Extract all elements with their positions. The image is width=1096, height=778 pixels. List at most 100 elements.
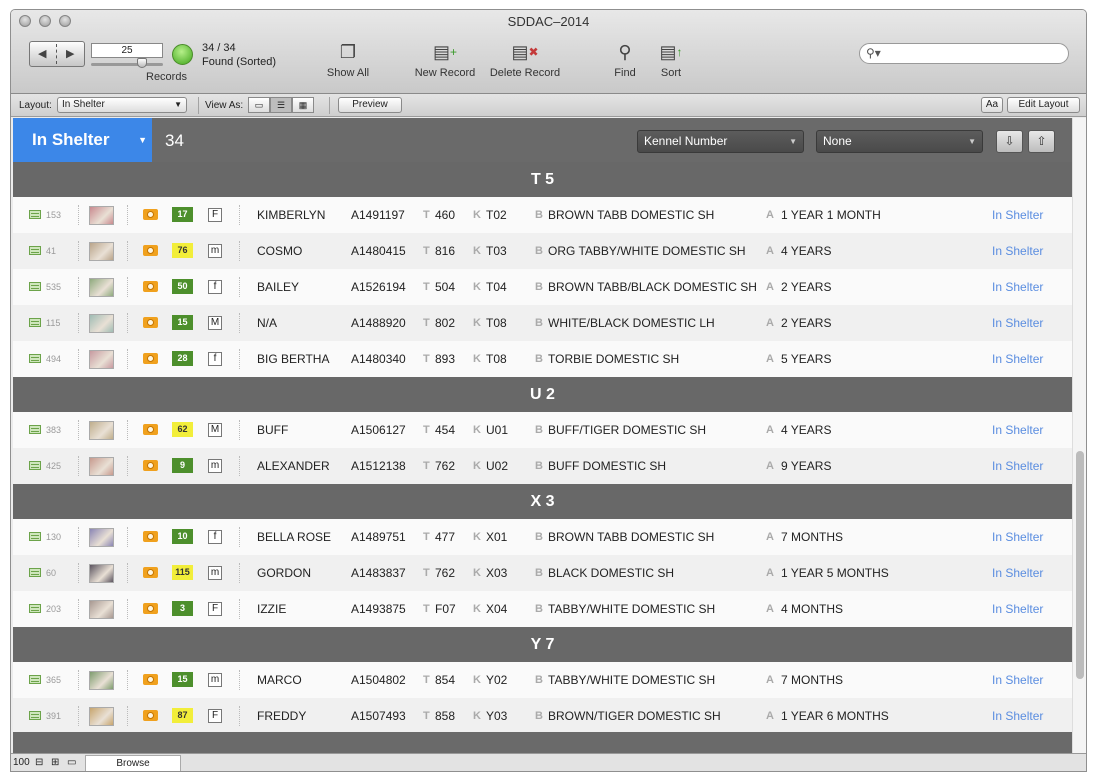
format-bar-button[interactable]: Aa — [981, 97, 1003, 113]
camera-icon[interactable] — [143, 209, 158, 220]
camera-icon[interactable] — [143, 424, 158, 435]
status-link[interactable]: In Shelter — [992, 448, 1043, 484]
view-as-form-button[interactable]: ▭ — [248, 97, 270, 113]
record-icon[interactable] — [29, 354, 41, 363]
record-icon[interactable] — [29, 532, 41, 541]
view-as-list-button[interactable]: ☰ — [270, 97, 292, 113]
animal-photo-thumbnail[interactable] — [89, 421, 114, 440]
status-link[interactable]: In Shelter — [992, 662, 1043, 698]
layout-title-button[interactable]: In Shelter ▼ — [13, 118, 152, 162]
import-button[interactable]: ⇩ — [996, 130, 1023, 153]
status-link[interactable]: In Shelter — [992, 555, 1043, 591]
mode-field[interactable]: Browse — [85, 755, 181, 771]
record-icon[interactable] — [29, 711, 41, 720]
view-as-table-button[interactable]: ▦ — [292, 97, 314, 113]
table-row[interactable]: 130 10 f BELLA ROSE A1489751 T 477 K X01 B BROWN T… — [13, 519, 1072, 555]
delete-record-button[interactable]: ▤✖ Delete Record — [487, 41, 563, 79]
record-icon[interactable] — [29, 210, 41, 219]
table-row[interactable]: 535 50 f BAILEY A1526194 T 504 K T04 B BROWN TABB/… — [13, 269, 1072, 305]
camera-icon[interactable] — [143, 710, 158, 721]
sort-field-dropdown[interactable]: Kennel Number ▼ — [637, 130, 804, 153]
status-link[interactable]: In Shelter — [992, 519, 1043, 555]
secondary-sort-dropdown[interactable]: None ▼ — [816, 130, 983, 153]
camera-icon[interactable] — [143, 281, 158, 292]
table-row[interactable]: 365 15 m MARCO A1504802 T 854 K Y02 B TABBY/WHITE … — [13, 662, 1072, 698]
zoom-in-icon[interactable]: ⊞ — [51, 757, 59, 768]
sort-button[interactable]: ▤↑ Sort — [655, 41, 687, 79]
table-row[interactable]: 41 76 m COSMO A1480415 T 816 K T03 B ORG TABBY/WHI… — [13, 233, 1072, 269]
breed-label: B — [535, 603, 543, 615]
camera-icon[interactable] — [143, 674, 158, 685]
status-link[interactable]: In Shelter — [992, 341, 1043, 377]
animal-id: A1504802 — [351, 673, 406, 687]
table-row[interactable]: 203 3 F IZZIE A1493875 T F07 K X04 B TABBY/WHITE D… — [13, 591, 1072, 627]
record-icon[interactable] — [29, 318, 41, 327]
camera-icon[interactable] — [143, 317, 158, 328]
camera-icon[interactable] — [143, 460, 158, 471]
next-record-icon[interactable]: ▶ — [66, 47, 74, 60]
table-row[interactable]: 425 9 m ALEXANDER A1512138 T 762 K U02 B BUFF DOME… — [13, 448, 1072, 484]
record-icon[interactable] — [29, 568, 41, 577]
new-record-button[interactable]: ▤+ New Record — [413, 41, 477, 79]
table-row[interactable]: 383 62 M BUFF A1506127 T 454 K U01 B BUFF/TIGER DO… — [13, 412, 1072, 448]
status-link[interactable]: In Shelter — [992, 233, 1043, 269]
zoom-out-icon[interactable]: ⊟ — [35, 757, 43, 768]
animal-photo-thumbnail[interactable] — [89, 671, 114, 690]
days-in-shelter-badge: 87 — [172, 708, 193, 723]
zoom-level[interactable]: 100 — [13, 757, 30, 768]
status-link[interactable]: In Shelter — [992, 269, 1043, 305]
group-header: T 5 — [13, 162, 1072, 197]
camera-icon[interactable] — [143, 245, 158, 256]
status-link[interactable]: In Shelter — [992, 591, 1043, 627]
kennel-number: X04 — [486, 602, 508, 616]
record-icon[interactable] — [29, 246, 41, 255]
animal-photo-thumbnail[interactable] — [89, 314, 114, 333]
record-icon[interactable] — [29, 282, 41, 291]
animal-name: ALEXANDER — [257, 459, 330, 473]
camera-icon[interactable] — [143, 567, 158, 578]
export-button[interactable]: ⇧ — [1028, 130, 1055, 153]
animal-photo-thumbnail[interactable] — [89, 278, 114, 297]
status-link[interactable]: In Shelter — [992, 305, 1043, 341]
record-icon[interactable] — [29, 675, 41, 684]
record-icon[interactable] — [29, 461, 41, 470]
camera-icon[interactable] — [143, 353, 158, 364]
layout-popup[interactable]: In Shelter ▼ — [57, 97, 187, 113]
status-link[interactable]: In Shelter — [992, 698, 1043, 734]
record-id: 383 — [46, 425, 62, 435]
camera-icon[interactable] — [143, 603, 158, 614]
status-link[interactable]: In Shelter — [992, 197, 1043, 233]
animal-photo-thumbnail[interactable] — [89, 564, 114, 583]
table-row[interactable]: 153 17 F KIMBERLYN A1491197 T 460 K T02 B BROWN TA… — [13, 197, 1072, 233]
scrollbar-thumb[interactable] — [1076, 451, 1084, 679]
status-link[interactable]: In Shelter — [992, 412, 1043, 448]
record-number-field[interactable]: 25 — [91, 43, 163, 58]
table-row[interactable]: 494 28 f BIG BERTHA A1480340 T 893 K T08 B TORBIE … — [13, 341, 1072, 377]
record-slider[interactable] — [91, 63, 163, 66]
table-row[interactable]: 391 87 F FREDDY A1507493 T 858 K Y03 B BROWN/TIGER… — [13, 698, 1072, 734]
animal-photo-thumbnail[interactable] — [89, 528, 114, 547]
record-icon[interactable] — [29, 425, 41, 434]
animal-photo-thumbnail[interactable] — [89, 600, 114, 619]
camera-icon[interactable] — [143, 531, 158, 542]
animal-photo-thumbnail[interactable] — [89, 457, 114, 476]
preview-button[interactable]: Preview — [338, 97, 402, 113]
record-navigator[interactable]: ◀ ▶ — [29, 41, 85, 67]
record-icon[interactable] — [29, 604, 41, 613]
find-button[interactable]: ⚲ Find — [609, 41, 641, 79]
show-all-button[interactable]: ❐ Show All — [323, 41, 373, 79]
toggle-toolbar-icon[interactable]: ▭ — [67, 757, 76, 768]
animal-photo-thumbnail[interactable] — [89, 350, 114, 369]
animal-photo-thumbnail[interactable] — [89, 206, 114, 225]
vertical-scrollbar[interactable] — [1072, 118, 1086, 753]
previous-record-icon[interactable]: ◀ — [38, 47, 46, 60]
edit-layout-button[interactable]: Edit Layout — [1007, 97, 1080, 113]
days-in-shelter-badge: 76 — [172, 243, 193, 258]
record-slider-knob[interactable] — [137, 58, 147, 68]
table-row[interactable]: 115 15 M N/A A1488920 T 802 K T08 B WHITE/BLACK DO… — [13, 305, 1072, 341]
table-row[interactable]: 60 115 m GORDON A1483837 T 762 K X03 B BLACK DOMES… — [13, 555, 1072, 591]
quick-find-field[interactable]: ⚲▾ — [859, 43, 1069, 64]
animal-photo-thumbnail[interactable] — [89, 707, 114, 726]
animal-photo-thumbnail[interactable] — [89, 242, 114, 261]
breed: BROWN TABB/BLACK DOMESTIC SH — [548, 280, 757, 294]
